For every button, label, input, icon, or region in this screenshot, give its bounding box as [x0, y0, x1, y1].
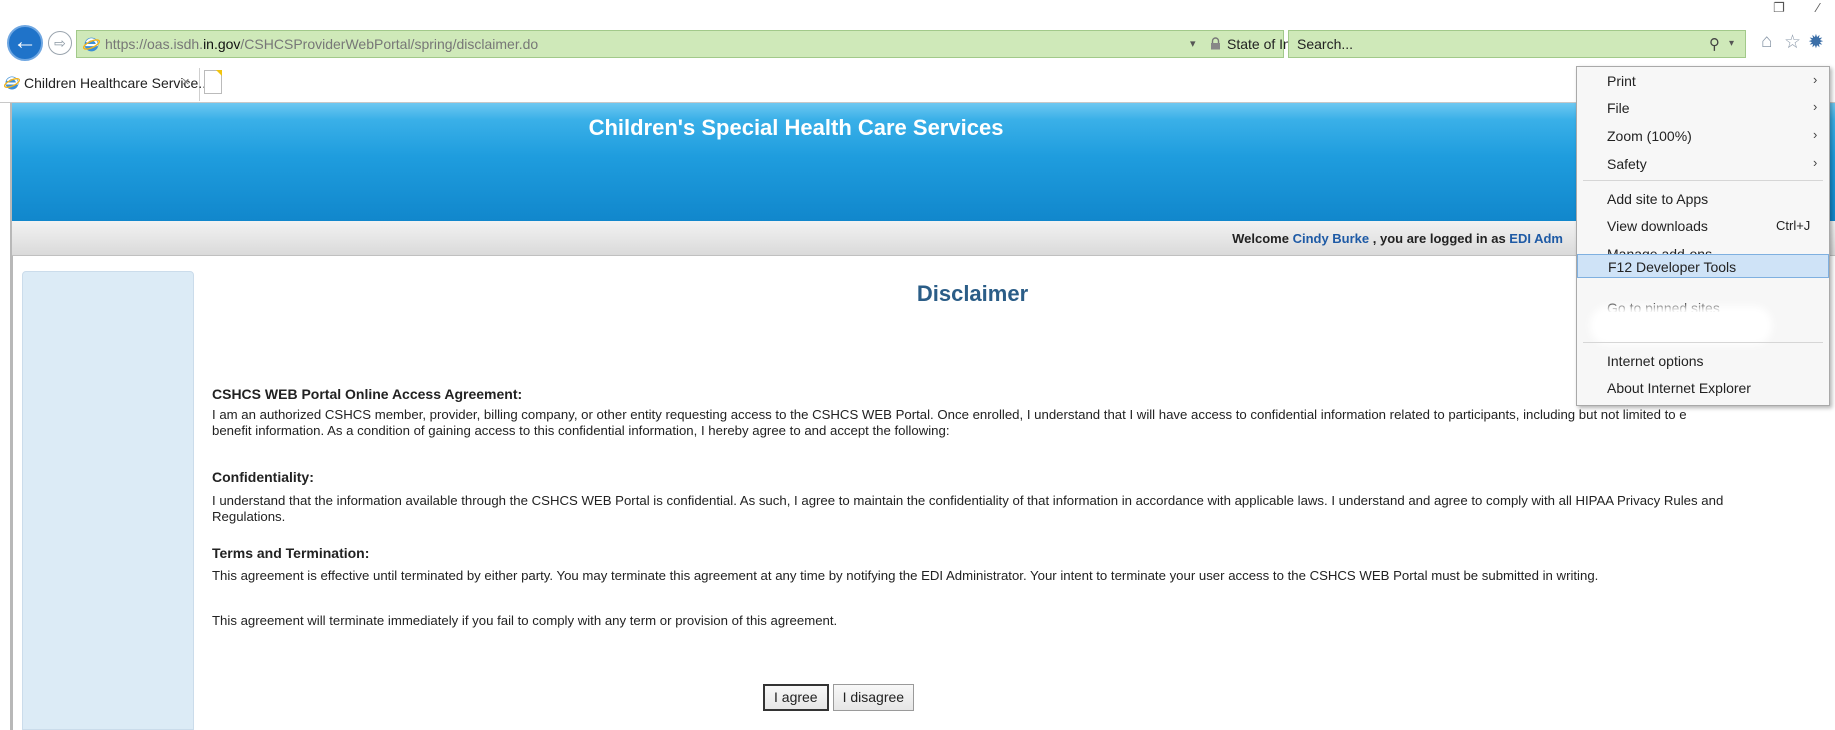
user-name-link[interactable]: Cindy Burke [1293, 231, 1370, 246]
menu-item-about[interactable]: About Internet Explorer [1577, 376, 1829, 400]
section-text-confidentiality: I understand that the information availa… [212, 493, 1724, 524]
new-tab-button[interactable] [204, 70, 222, 94]
menu-item-label: Add site to Apps [1607, 191, 1709, 207]
search-box[interactable]: ⚲ ▾ [1288, 30, 1746, 58]
section-title-access-agreement: CSHCS WEB Portal Online Access Agreement… [212, 386, 523, 402]
address-dropdown-icon[interactable]: ▾ [1190, 37, 1196, 50]
back-arrow-icon: ← [13, 28, 37, 55]
tab-bar: Children Healthcare Service... × [0, 66, 1835, 103]
menu-item-internet-options[interactable]: Internet options [1577, 349, 1829, 373]
star-icon[interactable]: ☆ [1784, 31, 1801, 54]
site-banner: Children's Special Health Care Services [12, 103, 1835, 221]
forward-button[interactable]: ⇨ [48, 31, 72, 55]
chevron-right-icon: › [1813, 155, 1818, 170]
redacted-menu-item [1596, 312, 1766, 339]
menu-item-print[interactable]: Print › [1577, 69, 1829, 93]
welcome-middle: , you are logged in as [1369, 231, 1510, 246]
restore-window-icon[interactable]: ❐ [1773, 0, 1785, 16]
menu-item-shortcut: Ctrl+J [1776, 218, 1811, 233]
address-bar[interactable]: https://oas.isdh.in.gov/CSHCSProviderWeb… [76, 30, 1356, 58]
menu-item-label: File [1607, 100, 1630, 116]
ie-favicon-icon [4, 76, 20, 90]
browser-toolbar: ❐ ⁄ ← ⇨ https://oas.isdh.in.gov/CSHCSPro… [0, 0, 1835, 66]
chevron-right-icon: › [1813, 127, 1818, 142]
url-prefix: https://oas.isdh. [105, 36, 204, 52]
disagree-button[interactable]: I disagree [832, 684, 915, 711]
url-path: /CSHCSProviderWebPortal/spring/disclaime… [240, 36, 539, 52]
agree-button[interactable]: I agree [763, 684, 829, 711]
lock-icon [1211, 37, 1220, 50]
section-text-terms: This agreement is effective until termin… [212, 568, 1599, 583]
search-icon[interactable]: ⚲ [1709, 35, 1720, 53]
tab-close-icon[interactable]: × [182, 74, 190, 89]
web-page: Children's Special Health Care Services … [0, 103, 1835, 730]
window-control-icon[interactable]: ⁄ [1817, 0, 1819, 15]
menu-separator [1583, 180, 1823, 181]
menu-item-label: View downloads [1607, 218, 1708, 234]
menu-item-label: F12 Developer Tools [1608, 259, 1737, 275]
section-title-confidentiality: Confidentiality: [212, 469, 314, 485]
search-dropdown-icon[interactable]: ▾ [1729, 38, 1734, 49]
menu-item-label: Internet options [1607, 353, 1704, 369]
chevron-right-icon: › [1813, 99, 1818, 114]
tab-active[interactable]: Children Healthcare Service... × [0, 68, 210, 101]
forward-arrow-icon: ⇨ [54, 35, 66, 51]
welcome-bar: Welcome Cindy Burke , you are logged in … [12, 221, 1835, 256]
section-title-terms: Terms and Termination: [212, 545, 370, 561]
menu-item-safety[interactable]: Safety › [1577, 152, 1829, 176]
search-input[interactable] [1297, 34, 1677, 54]
page-title: Disclaimer [916, 281, 1029, 306]
home-icon[interactable]: ⌂ [1761, 31, 1772, 53]
left-sidebar [22, 271, 194, 730]
gear-icon[interactable]: ✹ [1808, 31, 1824, 54]
welcome-prefix: Welcome [1232, 231, 1293, 246]
menu-item-label: About Internet Explorer [1607, 380, 1751, 396]
agreement-buttons: I agree I disagree [763, 684, 918, 711]
menu-item-zoom[interactable]: Zoom (100%) › [1577, 124, 1829, 148]
ie-favicon-icon [83, 37, 100, 52]
menu-item-view-downloads[interactable]: View downloads Ctrl+J [1577, 214, 1829, 238]
menu-item-label: Print [1607, 73, 1636, 89]
menu-item-add-site[interactable]: Add site to Apps [1577, 187, 1829, 211]
menu-item-file[interactable]: File › [1577, 96, 1829, 120]
section-text-terms-2: This agreement will terminate immediatel… [212, 613, 838, 628]
menu-item-label: Zoom (100%) [1607, 128, 1692, 144]
chevron-right-icon: › [1813, 72, 1818, 87]
banner-title: Children's Special Health Care Services [588, 115, 1004, 140]
menu-item-label: Safety [1607, 156, 1647, 172]
url-domain: in.gov [203, 36, 241, 52]
welcome-message: Welcome Cindy Burke , you are logged in … [1232, 231, 1563, 246]
section-text-access-agreement: I am an authorized CSHCS member, provide… [212, 407, 1687, 422]
section-text-access-agreement-2: benefit information. As a condition of g… [212, 423, 950, 438]
back-button[interactable]: ← [7, 25, 43, 61]
url-text[interactable]: https://oas.isdh.in.gov/CSHCSProviderWeb… [105, 36, 538, 52]
user-role-link[interactable]: EDI Adm [1509, 231, 1563, 246]
tools-menu: Print › File › Zoom (100%) › Safety › Ad… [1576, 66, 1830, 406]
menu-item-devtools[interactable]: F12 Developer Tools [1577, 254, 1829, 278]
menu-separator [1583, 342, 1823, 343]
